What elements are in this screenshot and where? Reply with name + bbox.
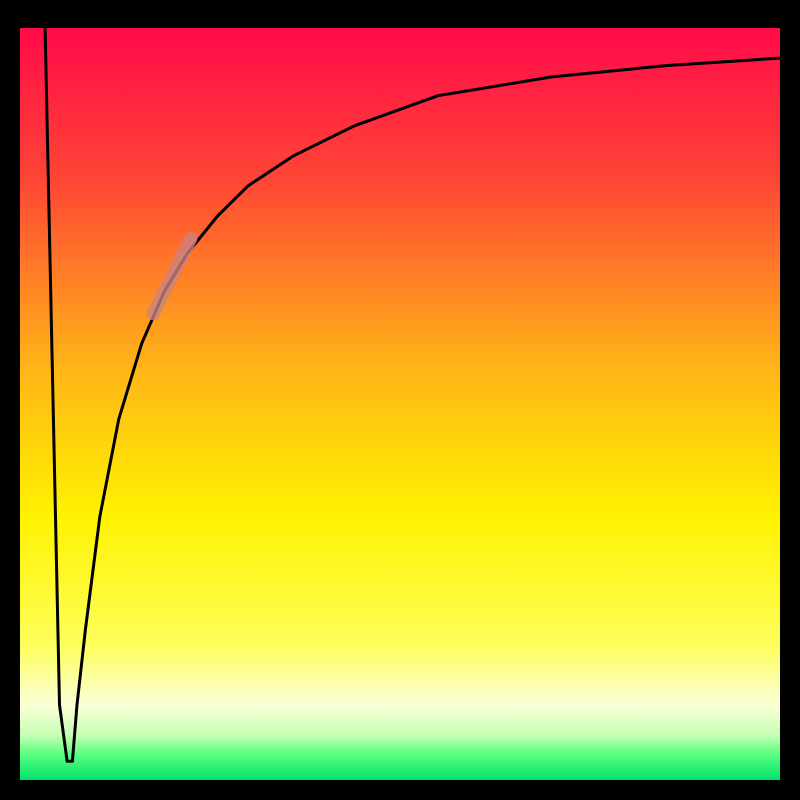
frame-right bbox=[780, 0, 800, 800]
chart-container: TheBottleneck.com bbox=[0, 0, 800, 800]
frame-bottom bbox=[0, 780, 800, 800]
frame-left bbox=[0, 0, 20, 800]
plot-area bbox=[20, 28, 780, 780]
frame-top bbox=[0, 0, 800, 28]
bottleneck-chart bbox=[0, 0, 800, 800]
